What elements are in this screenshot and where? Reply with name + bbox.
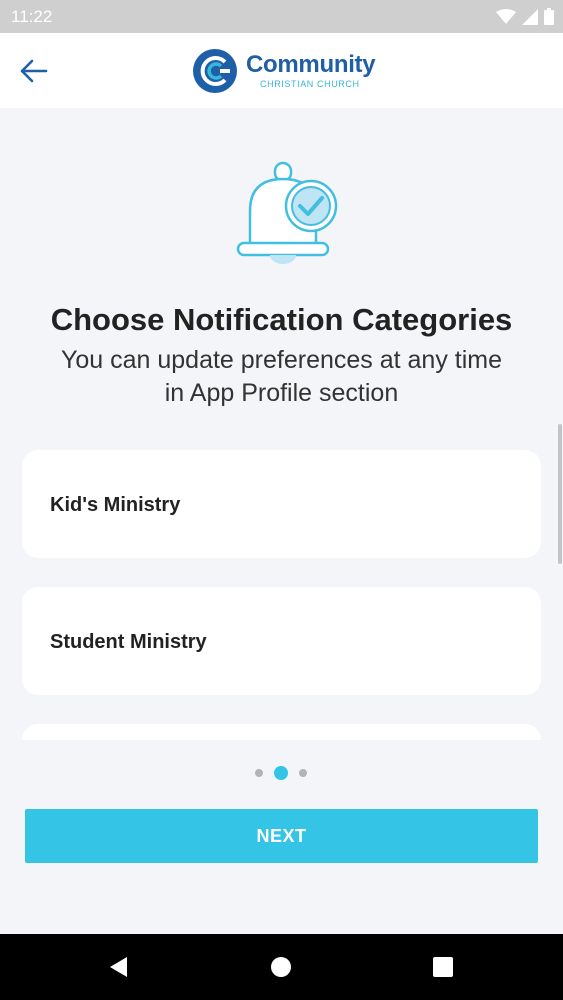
page-title: Choose Notification Categories xyxy=(50,302,513,337)
page-subtitle: You can update preferences at any time i… xyxy=(60,346,503,407)
logo-title: Community xyxy=(246,51,376,78)
church-logo: Community CHRISTIAN CHURCH xyxy=(192,47,376,95)
arrow-left-icon xyxy=(20,59,48,83)
status-time: 11:22 xyxy=(11,7,53,26)
category-card-student-ministry[interactable]: Student Ministry xyxy=(22,587,541,695)
page-dot-1 xyxy=(255,769,263,777)
next-button[interactable]: NEXT xyxy=(25,809,538,863)
logo-subtitle: CHRISTIAN CHURCH xyxy=(260,79,360,89)
app-bar: Community CHRISTIAN CHURCH xyxy=(0,33,563,108)
category-label: Student Ministry xyxy=(50,631,207,653)
status-icons xyxy=(496,8,554,25)
back-triangle-icon[interactable] xyxy=(106,954,132,980)
wifi-icon xyxy=(496,8,516,24)
page-dot-3 xyxy=(299,769,307,777)
page-indicator xyxy=(0,764,563,782)
cell-signal-icon xyxy=(522,8,538,25)
battery-icon xyxy=(544,8,554,25)
logo-mark-icon xyxy=(193,49,237,93)
system-nav-bar xyxy=(0,934,563,1000)
recents-square-icon[interactable] xyxy=(430,954,456,980)
category-card-kids-ministry[interactable]: Kid's Ministry xyxy=(22,450,541,558)
bell-check-icon xyxy=(236,161,338,264)
scrollbar-thumb[interactable] xyxy=(558,424,562,564)
category-card-partial[interactable] xyxy=(22,724,541,740)
status-bar: 11:22 xyxy=(0,0,563,33)
category-label: Kid's Ministry xyxy=(50,494,181,516)
onboarding-content: Choose Notification Categories You can u… xyxy=(0,108,563,740)
page-dot-2 xyxy=(274,766,288,780)
back-button[interactable] xyxy=(14,53,54,89)
home-circle-icon[interactable] xyxy=(268,954,294,980)
